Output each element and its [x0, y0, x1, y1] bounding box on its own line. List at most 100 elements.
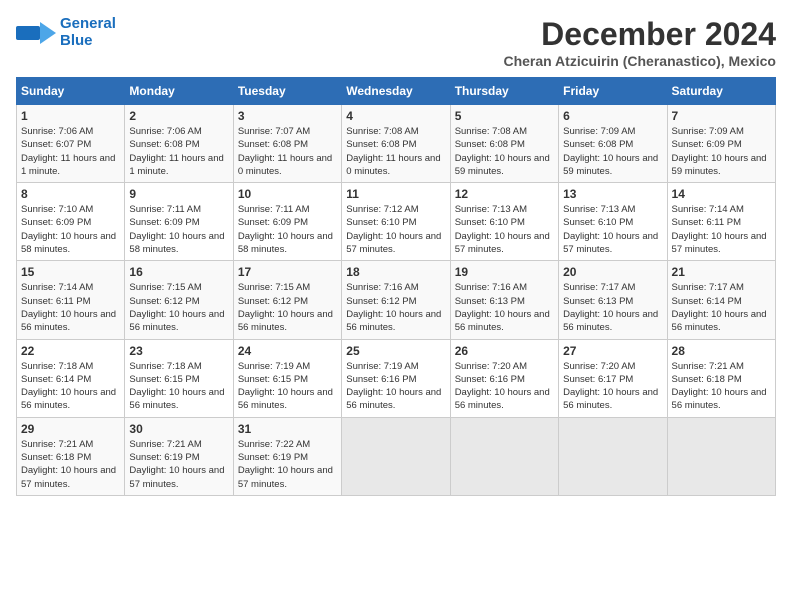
- day-number: 21: [672, 265, 771, 279]
- day-number: 27: [563, 344, 662, 358]
- week-row-1: 1 Sunrise: 7:06 AM Sunset: 6:07 PM Dayli…: [17, 105, 776, 183]
- calendar-cell: 15 Sunrise: 7:14 AM Sunset: 6:11 PM Dayl…: [17, 261, 125, 339]
- calendar-cell: 29 Sunrise: 7:21 AM Sunset: 6:18 PM Dayl…: [17, 417, 125, 495]
- day-info: Sunrise: 7:09 AM Sunset: 6:09 PM Dayligh…: [672, 125, 771, 178]
- day-number: 15: [21, 265, 120, 279]
- day-number: 8: [21, 187, 120, 201]
- calendar-cell: 17 Sunrise: 7:15 AM Sunset: 6:12 PM Dayl…: [233, 261, 341, 339]
- calendar-cell: 5 Sunrise: 7:08 AM Sunset: 6:08 PM Dayli…: [450, 105, 558, 183]
- calendar-cell: 13 Sunrise: 7:13 AM Sunset: 6:10 PM Dayl…: [559, 183, 667, 261]
- header-sunday: Sunday: [17, 78, 125, 105]
- day-info: Sunrise: 7:19 AM Sunset: 6:16 PM Dayligh…: [346, 360, 445, 413]
- calendar-cell: 12 Sunrise: 7:13 AM Sunset: 6:10 PM Dayl…: [450, 183, 558, 261]
- day-info: Sunrise: 7:18 AM Sunset: 6:15 PM Dayligh…: [129, 360, 228, 413]
- day-info: Sunrise: 7:12 AM Sunset: 6:10 PM Dayligh…: [346, 203, 445, 256]
- day-info: Sunrise: 7:13 AM Sunset: 6:10 PM Dayligh…: [563, 203, 662, 256]
- day-number: 28: [672, 344, 771, 358]
- calendar-cell: 18 Sunrise: 7:16 AM Sunset: 6:12 PM Dayl…: [342, 261, 450, 339]
- day-info: Sunrise: 7:07 AM Sunset: 6:08 PM Dayligh…: [238, 125, 337, 178]
- header-thursday: Thursday: [450, 78, 558, 105]
- day-number: 31: [238, 422, 337, 436]
- day-number: 5: [455, 109, 554, 123]
- calendar-cell: 9 Sunrise: 7:11 AM Sunset: 6:09 PM Dayli…: [125, 183, 233, 261]
- day-info: Sunrise: 7:15 AM Sunset: 6:12 PM Dayligh…: [129, 281, 228, 334]
- calendar-cell: 30 Sunrise: 7:21 AM Sunset: 6:19 PM Dayl…: [125, 417, 233, 495]
- day-info: Sunrise: 7:22 AM Sunset: 6:19 PM Dayligh…: [238, 438, 337, 491]
- day-info: Sunrise: 7:17 AM Sunset: 6:14 PM Dayligh…: [672, 281, 771, 334]
- day-number: 19: [455, 265, 554, 279]
- day-number: 2: [129, 109, 228, 123]
- day-number: 23: [129, 344, 228, 358]
- header-wednesday: Wednesday: [342, 78, 450, 105]
- calendar-cell: 2 Sunrise: 7:06 AM Sunset: 6:08 PM Dayli…: [125, 105, 233, 183]
- calendar-cell: 1 Sunrise: 7:06 AM Sunset: 6:07 PM Dayli…: [17, 105, 125, 183]
- day-number: 17: [238, 265, 337, 279]
- day-info: Sunrise: 7:06 AM Sunset: 6:08 PM Dayligh…: [129, 125, 228, 178]
- day-number: 4: [346, 109, 445, 123]
- week-row-3: 15 Sunrise: 7:14 AM Sunset: 6:11 PM Dayl…: [17, 261, 776, 339]
- day-number: 7: [672, 109, 771, 123]
- calendar-cell: 21 Sunrise: 7:17 AM Sunset: 6:14 PM Dayl…: [667, 261, 775, 339]
- day-info: Sunrise: 7:14 AM Sunset: 6:11 PM Dayligh…: [21, 281, 120, 334]
- calendar-cell: 4 Sunrise: 7:08 AM Sunset: 6:08 PM Dayli…: [342, 105, 450, 183]
- header-monday: Monday: [125, 78, 233, 105]
- calendar-cell: 24 Sunrise: 7:19 AM Sunset: 6:15 PM Dayl…: [233, 339, 341, 417]
- calendar-cell: 20 Sunrise: 7:17 AM Sunset: 6:13 PM Dayl…: [559, 261, 667, 339]
- week-row-5: 29 Sunrise: 7:21 AM Sunset: 6:18 PM Dayl…: [17, 417, 776, 495]
- week-row-2: 8 Sunrise: 7:10 AM Sunset: 6:09 PM Dayli…: [17, 183, 776, 261]
- week-row-4: 22 Sunrise: 7:18 AM Sunset: 6:14 PM Dayl…: [17, 339, 776, 417]
- day-info: Sunrise: 7:16 AM Sunset: 6:12 PM Dayligh…: [346, 281, 445, 334]
- logo-blue: Blue: [60, 33, 116, 50]
- calendar-cell: 26 Sunrise: 7:20 AM Sunset: 6:16 PM Dayl…: [450, 339, 558, 417]
- day-number: 30: [129, 422, 228, 436]
- header-row: Sunday Monday Tuesday Wednesday Thursday…: [17, 78, 776, 105]
- day-number: 20: [563, 265, 662, 279]
- calendar-cell: 3 Sunrise: 7:07 AM Sunset: 6:08 PM Dayli…: [233, 105, 341, 183]
- header-tuesday: Tuesday: [233, 78, 341, 105]
- day-info: Sunrise: 7:17 AM Sunset: 6:13 PM Dayligh…: [563, 281, 662, 334]
- day-number: 9: [129, 187, 228, 201]
- calendar-cell: [342, 417, 450, 495]
- calendar-cell: [450, 417, 558, 495]
- calendar-cell: 22 Sunrise: 7:18 AM Sunset: 6:14 PM Dayl…: [17, 339, 125, 417]
- day-info: Sunrise: 7:08 AM Sunset: 6:08 PM Dayligh…: [346, 125, 445, 178]
- logo-general: General: [60, 16, 116, 33]
- calendar-cell: 10 Sunrise: 7:11 AM Sunset: 6:09 PM Dayl…: [233, 183, 341, 261]
- day-number: 14: [672, 187, 771, 201]
- calendar-cell: [667, 417, 775, 495]
- day-info: Sunrise: 7:10 AM Sunset: 6:09 PM Dayligh…: [21, 203, 120, 256]
- day-info: Sunrise: 7:14 AM Sunset: 6:11 PM Dayligh…: [672, 203, 771, 256]
- day-info: Sunrise: 7:16 AM Sunset: 6:13 PM Dayligh…: [455, 281, 554, 334]
- calendar-cell: 7 Sunrise: 7:09 AM Sunset: 6:09 PM Dayli…: [667, 105, 775, 183]
- header: General Blue December 2024 Cheran Atzicu…: [16, 16, 776, 69]
- logo: General Blue: [16, 16, 116, 49]
- calendar-title: December 2024: [503, 16, 776, 53]
- calendar-cell: 19 Sunrise: 7:16 AM Sunset: 6:13 PM Dayl…: [450, 261, 558, 339]
- day-info: Sunrise: 7:15 AM Sunset: 6:12 PM Dayligh…: [238, 281, 337, 334]
- day-number: 29: [21, 422, 120, 436]
- calendar-cell: 23 Sunrise: 7:18 AM Sunset: 6:15 PM Dayl…: [125, 339, 233, 417]
- day-info: Sunrise: 7:20 AM Sunset: 6:17 PM Dayligh…: [563, 360, 662, 413]
- day-info: Sunrise: 7:21 AM Sunset: 6:19 PM Dayligh…: [129, 438, 228, 491]
- calendar-cell: 25 Sunrise: 7:19 AM Sunset: 6:16 PM Dayl…: [342, 339, 450, 417]
- day-number: 1: [21, 109, 120, 123]
- day-info: Sunrise: 7:08 AM Sunset: 6:08 PM Dayligh…: [455, 125, 554, 178]
- calendar-cell: 28 Sunrise: 7:21 AM Sunset: 6:18 PM Dayl…: [667, 339, 775, 417]
- day-number: 24: [238, 344, 337, 358]
- day-number: 12: [455, 187, 554, 201]
- calendar-cell: 31 Sunrise: 7:22 AM Sunset: 6:19 PM Dayl…: [233, 417, 341, 495]
- day-info: Sunrise: 7:11 AM Sunset: 6:09 PM Dayligh…: [129, 203, 228, 256]
- day-number: 11: [346, 187, 445, 201]
- calendar-table: Sunday Monday Tuesday Wednesday Thursday…: [16, 77, 776, 496]
- day-info: Sunrise: 7:13 AM Sunset: 6:10 PM Dayligh…: [455, 203, 554, 256]
- calendar-cell: 8 Sunrise: 7:10 AM Sunset: 6:09 PM Dayli…: [17, 183, 125, 261]
- calendar-subtitle: Cheran Atzicuirin (Cheranastico), Mexico: [503, 53, 776, 69]
- day-number: 6: [563, 109, 662, 123]
- day-info: Sunrise: 7:06 AM Sunset: 6:07 PM Dayligh…: [21, 125, 120, 178]
- day-info: Sunrise: 7:19 AM Sunset: 6:15 PM Dayligh…: [238, 360, 337, 413]
- day-info: Sunrise: 7:21 AM Sunset: 6:18 PM Dayligh…: [21, 438, 120, 491]
- day-info: Sunrise: 7:21 AM Sunset: 6:18 PM Dayligh…: [672, 360, 771, 413]
- day-info: Sunrise: 7:18 AM Sunset: 6:14 PM Dayligh…: [21, 360, 120, 413]
- day-number: 3: [238, 109, 337, 123]
- calendar-cell: 14 Sunrise: 7:14 AM Sunset: 6:11 PM Dayl…: [667, 183, 775, 261]
